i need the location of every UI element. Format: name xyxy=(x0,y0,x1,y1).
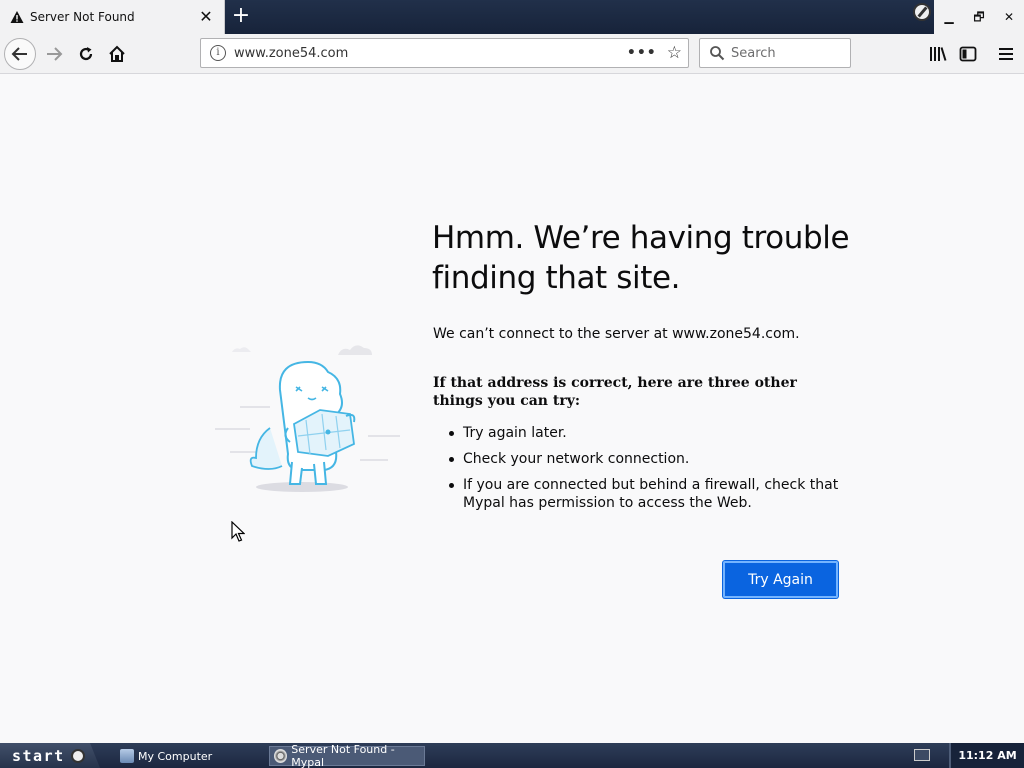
reload-button[interactable] xyxy=(70,38,102,70)
error-page: Hmm. We’re having trouble finding that s… xyxy=(0,75,1024,743)
forward-arrow-icon xyxy=(47,47,63,61)
start-label: start xyxy=(12,746,65,765)
minimize-button[interactable]: ▁ xyxy=(934,0,964,34)
close-window-button[interactable]: ✕ xyxy=(994,0,1024,34)
mouse-cursor-icon xyxy=(231,521,245,542)
reload-icon xyxy=(79,47,93,61)
home-icon xyxy=(109,45,125,62)
taskbar-item-my-computer[interactable]: My Computer xyxy=(116,746,256,766)
window-controls: ▁ 🗗 ✕ xyxy=(934,0,1024,34)
keyboard-tray-icon[interactable] xyxy=(914,749,930,761)
mypal-icon xyxy=(274,749,288,763)
forward-button[interactable] xyxy=(38,38,70,70)
restore-button[interactable]: 🗗 xyxy=(964,0,994,34)
tab-server-not-found[interactable]: Server Not Found ✕ xyxy=(0,0,225,34)
error-long-heading: If that address is correct, here are thr… xyxy=(433,375,797,409)
taskbar: start My Computer Server Not Found - Myp… xyxy=(0,743,1024,768)
home-button[interactable] xyxy=(101,38,133,70)
search-bar[interactable] xyxy=(699,38,851,68)
back-button[interactable] xyxy=(4,38,36,70)
error-title: Hmm. We’re having trouble finding that s… xyxy=(432,220,850,296)
site-info-icon[interactable]: i xyxy=(210,45,226,61)
hamburger-menu-icon xyxy=(999,48,1013,60)
bookmark-star-icon[interactable]: ☆ xyxy=(667,43,682,63)
suggestion-item: Try again later. xyxy=(449,424,839,442)
page-actions-icon[interactable]: ••• xyxy=(627,45,657,61)
library-icon xyxy=(930,47,947,61)
lost-dinosaur-illustration xyxy=(215,345,400,492)
mypal-badge-icon xyxy=(913,3,931,21)
url-bar[interactable]: i www.zone54.com ••• ☆ xyxy=(200,38,689,68)
taskbar-item-label: My Computer xyxy=(138,749,213,763)
search-input[interactable] xyxy=(731,45,841,61)
menu-button[interactable] xyxy=(990,38,1022,70)
start-button[interactable]: start xyxy=(0,743,100,768)
try-again-button[interactable]: Try Again xyxy=(723,561,838,598)
suggestion-item: If you are connected but behind a firewa… xyxy=(449,476,839,512)
computer-icon xyxy=(120,749,134,763)
taskbar-item-mypal[interactable]: Server Not Found - Mypal xyxy=(269,743,425,768)
taskbar-clock[interactable]: 11:12 AM xyxy=(949,743,1024,768)
back-arrow-icon xyxy=(11,47,27,61)
tab-title: Server Not Found xyxy=(30,10,135,24)
tab-strip: Server Not Found ✕ + ▁ 🗗 ✕ xyxy=(0,0,1024,34)
library-button[interactable] xyxy=(922,38,954,70)
warning-icon xyxy=(10,10,24,24)
tab-close-icon[interactable]: ✕ xyxy=(196,7,216,27)
new-tab-button[interactable]: + xyxy=(229,4,253,28)
sidebar-button[interactable] xyxy=(952,38,984,70)
error-short-description: We can’t connect to the server at www.zo… xyxy=(433,326,800,342)
suggestion-list: Try again later. Check your network conn… xyxy=(449,424,839,520)
search-icon xyxy=(710,46,725,61)
suggestion-item: Check your network connection. xyxy=(449,450,839,468)
sidebar-icon xyxy=(959,46,977,62)
taskbar-item-label: Server Not Found - Mypal xyxy=(291,743,395,768)
url-text[interactable]: www.zone54.com xyxy=(234,46,627,61)
start-orb-icon xyxy=(70,748,85,763)
navigation-toolbar: i www.zone54.com ••• ☆ xyxy=(0,34,1024,74)
